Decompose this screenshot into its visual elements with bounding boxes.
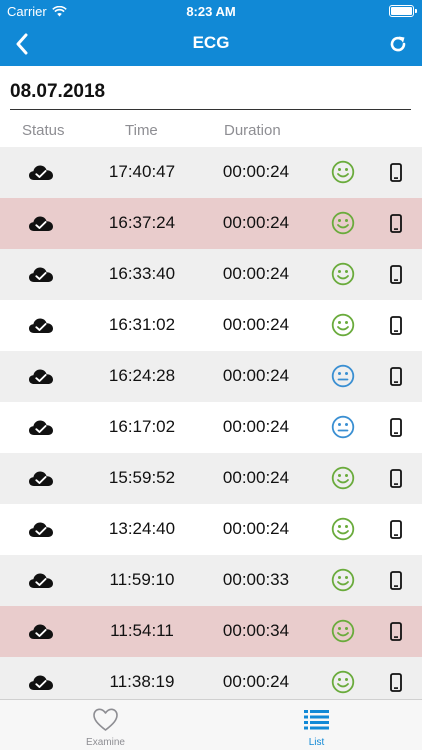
record-duration: 00:00:33: [222, 570, 290, 589]
smiley-face-icon: [331, 211, 355, 235]
list-icon: [304, 710, 329, 730]
table-row[interactable]: 17:40:47 00:00:24: [0, 147, 422, 198]
smiley-face-icon: [331, 466, 355, 490]
record-time: 15:59:52: [108, 468, 176, 487]
record-time: 16:17:02: [108, 417, 176, 436]
column-header-status: Status: [22, 122, 65, 139]
cloud-synced-icon: [28, 265, 54, 284]
phone-icon: [390, 673, 402, 692]
navigation-bar: Carrier 8:23 AM ECG: [0, 0, 422, 66]
refresh-icon: [390, 36, 406, 52]
table-row[interactable]: 16:33:40 00:00:24: [0, 249, 422, 300]
battery-icon: [389, 5, 417, 17]
cloud-synced-icon: [28, 418, 54, 437]
smiley-face-icon: [331, 313, 355, 337]
table-row[interactable]: 16:31:02 00:00:24: [0, 300, 422, 351]
heart-icon: [93, 708, 118, 731]
smiley-face-icon: [331, 670, 355, 694]
column-header-duration: Duration: [224, 122, 281, 139]
cloud-synced-icon: [28, 520, 54, 539]
phone-icon: [390, 163, 402, 182]
table-row[interactable]: 16:24:28 00:00:24: [0, 351, 422, 402]
smiley-face-icon: [331, 619, 355, 643]
tab-list-label: List: [308, 737, 325, 748]
page-title: ECG: [192, 33, 230, 52]
refresh-button[interactable]: [384, 28, 412, 60]
ecg-record-list[interactable]: 17:40:47 00:00:24 16:37:24 00:00:24 16:33:40…: [0, 147, 422, 699]
tab-bar: Examine List: [0, 699, 422, 750]
record-time: 11:59:10: [109, 570, 175, 589]
table-row[interactable]: 11:38:19 00:00:24: [0, 657, 422, 699]
record-duration: 00:00:24: [222, 519, 290, 538]
date-field[interactable]: 08.07.2018: [10, 80, 411, 110]
record-time: 16:24:28: [108, 366, 176, 385]
record-time: 17:40:47: [108, 162, 176, 181]
phone-icon: [390, 316, 402, 335]
smiley-face-icon: [331, 568, 355, 592]
column-header-time: Time: [125, 122, 158, 139]
phone-icon: [390, 520, 402, 539]
record-duration: 00:00:34: [222, 621, 290, 640]
smiley-face-icon: [331, 517, 355, 541]
cloud-synced-icon: [28, 367, 54, 386]
neutral-face-icon: [331, 364, 355, 388]
phone-icon: [390, 469, 402, 488]
phone-icon: [390, 622, 402, 641]
record-duration: 00:00:24: [222, 213, 290, 232]
table-row[interactable]: 16:17:02 00:00:24: [0, 402, 422, 453]
neutral-face-icon: [331, 415, 355, 439]
phone-icon: [390, 367, 402, 386]
cloud-synced-icon: [28, 469, 54, 488]
tab-examine[interactable]: Examine: [0, 700, 211, 750]
cloud-synced-icon: [28, 571, 54, 590]
record-duration: 00:00:24: [222, 264, 290, 283]
column-headers: Status Time Duration: [0, 122, 422, 142]
tab-list[interactable]: List: [211, 700, 422, 750]
phone-icon: [390, 418, 402, 437]
status-time: 8:23 AM: [186, 4, 236, 19]
cloud-synced-icon: [28, 214, 54, 233]
table-row[interactable]: 16:37:24 00:00:24: [0, 198, 422, 249]
record-duration: 00:00:24: [222, 315, 290, 334]
record-time: 13:24:40: [108, 519, 176, 538]
record-duration: 00:00:24: [222, 162, 290, 181]
smiley-face-icon: [331, 160, 355, 184]
record-duration: 00:00:24: [222, 672, 290, 691]
cloud-synced-icon: [28, 316, 54, 335]
record-time: 11:54:11: [110, 621, 174, 640]
record-time: 16:33:40: [108, 264, 176, 283]
record-duration: 00:00:24: [222, 468, 290, 487]
cloud-synced-icon: [28, 622, 54, 641]
record-time: 16:37:24: [108, 213, 176, 232]
cloud-synced-icon: [28, 673, 54, 692]
table-row[interactable]: 15:59:52 00:00:24: [0, 453, 422, 504]
status-bar: Carrier 8:23 AM: [0, 0, 422, 22]
tab-examine-label: Examine: [86, 737, 125, 748]
phone-icon: [390, 571, 402, 590]
table-row[interactable]: 11:59:10 00:00:33: [0, 555, 422, 606]
record-time: 11:38:19: [109, 672, 175, 691]
cloud-synced-icon: [28, 163, 54, 182]
table-row[interactable]: 13:24:40 00:00:24: [0, 504, 422, 555]
smiley-face-icon: [331, 262, 355, 286]
record-duration: 00:00:24: [222, 366, 290, 385]
phone-icon: [390, 214, 402, 233]
phone-icon: [390, 265, 402, 284]
record-time: 16:31:02: [108, 315, 176, 334]
table-row[interactable]: 11:54:11 00:00:34: [0, 606, 422, 657]
record-duration: 00:00:24: [222, 417, 290, 436]
